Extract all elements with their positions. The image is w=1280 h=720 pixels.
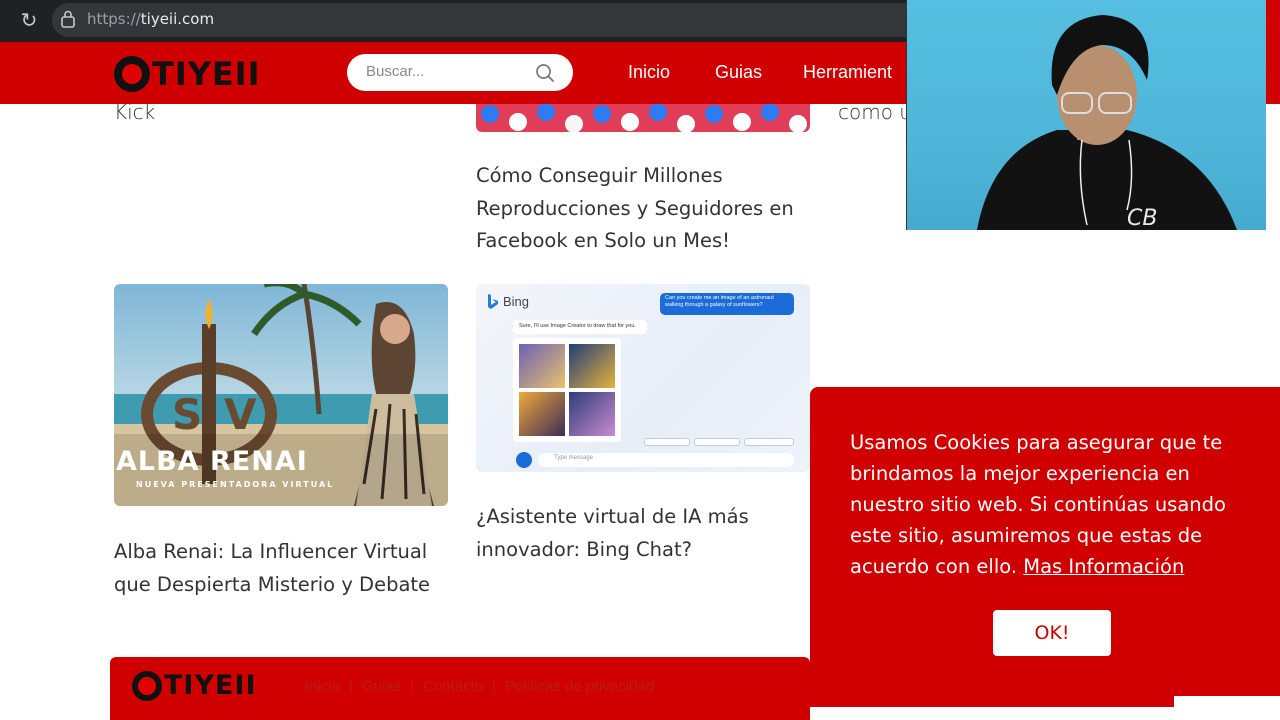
site-logo[interactable]: TIYEII <box>114 55 261 93</box>
search-input[interactable] <box>366 63 526 80</box>
article-snippet-right[interactable]: como u <box>838 100 912 124</box>
bing-article-thumbnail[interactable]: Bing Can you create me an image of an as… <box>476 284 810 472</box>
cookie-more-info-link[interactable]: Mas Información <box>1023 555 1184 578</box>
alba-thumb-subtitle: NUEVA PRESENTADORA VIRTUAL <box>136 480 335 489</box>
footer-logo-mark-icon <box>132 670 162 701</box>
footer-logo-text: TIYEII <box>164 670 257 701</box>
logo-mark-icon <box>114 56 150 92</box>
bing-reply-message: Sure, I'll use Image Creator to draw tha… <box>513 320 647 334</box>
footer-separator: | <box>410 678 415 695</box>
bing-user-message: Can you create me an image of an astrona… <box>660 293 794 315</box>
site-info-icon[interactable] <box>60 10 76 28</box>
logo-text: TIYEII <box>152 55 261 93</box>
footer-link-guias[interactable]: Guias <box>362 678 401 695</box>
url-protocol: https:// <box>87 10 141 28</box>
bing-brand: Bing <box>503 294 530 309</box>
bing-image-grid <box>513 338 621 442</box>
article-title-bing[interactable]: ¿Asistente virtual de IA más innovador: … <box>476 501 806 566</box>
alba-thumb-heading: ALBA RENAI <box>116 446 308 477</box>
footer-link-contacto[interactable]: Contacto <box>423 678 483 695</box>
svg-text:V: V <box>224 390 257 439</box>
article-snippet-kick[interactable]: Kick <box>114 100 155 124</box>
facebook-article-thumbnail[interactable] <box>476 104 810 132</box>
nav-item-guias[interactable]: Guias <box>715 62 762 83</box>
svg-text:CB: CB <box>1127 206 1157 230</box>
search-icon[interactable] <box>535 63 555 83</box>
footer-link-inicio[interactable]: Inicio <box>305 678 340 695</box>
footer-logo[interactable]: TIYEII <box>132 670 257 701</box>
header-edge <box>1266 0 1280 104</box>
webcam-person-image: CB <box>977 15 1237 230</box>
footer-links: Inicio | Guias | Contacto | Politicas de priva… <box>305 678 654 695</box>
svg-text:S: S <box>172 390 202 439</box>
reload-icon[interactable]: ↻ <box>18 9 40 31</box>
url-domain: tiyeii.com <box>140 10 215 28</box>
page-corner <box>1174 696 1280 720</box>
address-url[interactable]: https://tiyeii.com <box>87 10 214 28</box>
cookie-message: Usamos Cookies para asegurar que te brin… <box>850 427 1240 582</box>
article-title-facebook[interactable]: Cómo Conseguir Millones Reproducciones y… <box>476 160 816 258</box>
footer-separator: | <box>492 678 496 695</box>
footer-link-privacidad[interactable]: Politicas de privacidad <box>505 678 654 695</box>
footer-separator: | <box>349 678 353 695</box>
bing-input-field: Type message <box>538 453 794 467</box>
article-title-alba[interactable]: Alba Renai: La Influencer Virtual que De… <box>114 536 454 601</box>
nav-item-inicio[interactable]: Inicio <box>628 62 670 83</box>
cookie-accept-button[interactable]: OK! <box>993 610 1111 656</box>
bing-logo-icon <box>488 294 498 309</box>
webcam-overlay: CB <box>906 0 1266 230</box>
nav-item-herramientas[interactable]: Herramient <box>803 62 892 83</box>
bing-new-topic-icon <box>516 452 532 468</box>
